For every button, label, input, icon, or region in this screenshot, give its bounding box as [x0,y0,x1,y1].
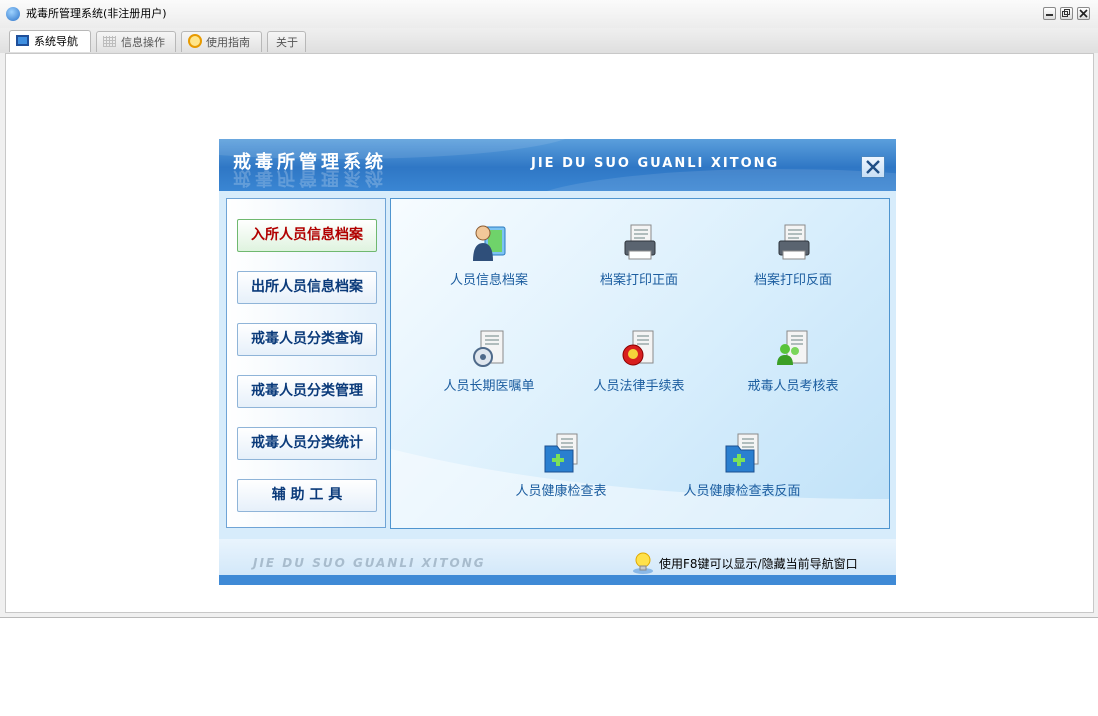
footer-hint: 使用F8键可以显示/隐藏当前导航窗口 [659,557,858,571]
health-folder-icon [725,433,759,473]
item-health-check[interactable]: 人员健康检查表 [486,432,636,502]
nav-button-category-management[interactable]: 戒毒人员分类管理 [237,375,377,408]
person-file-icon [473,225,506,261]
item-print-back[interactable]: 档案打印反面 [718,221,868,291]
footer-bar [219,575,896,585]
tab-label: 使用指南 [206,36,250,49]
tab-label: 关于 [276,36,298,49]
window-title: 戒毒所管理系统(非注册用户) [26,7,167,20]
panel-subtitle: JIE DU SUO GUANLI XITONG [531,156,780,171]
health-folder-icon [544,433,578,473]
item-health-check-back[interactable]: 人员健康检查表反面 [662,432,822,502]
printer-icon [624,224,656,260]
item-label: 人员信息档案 [449,273,528,288]
restore-icon [1062,9,1070,17]
item-person-records[interactable]: 人员信息档案 [414,221,564,291]
footer-watermark-text: JIE DU SUO GUANLI XITONG [253,556,486,570]
item-label: 戒毒人员考核表 [747,379,839,394]
nav-button-category-query[interactable]: 戒毒人员分类查询 [237,323,377,356]
nav-button-category-statistics[interactable]: 戒毒人员分类统计 [237,427,377,460]
restore-button[interactable] [1060,7,1073,20]
function-grid: 人员信息档案 档案打印正面 档案打印反面 人员长期医嘱单 人员法律手续表 戒毒人… [390,198,890,529]
users-doc-icon [777,330,808,365]
tab-label: 信息操作 [121,36,165,49]
close-icon [866,160,880,174]
printer-icon [778,224,810,260]
tab-user-guide[interactable]: 使用指南 [181,31,262,52]
tab-info-operation[interactable]: 信息操作 [96,31,176,52]
navigation-panel: 戒毒所管理系统 戒毒所管理系统 JIE DU SUO GUANLI XITONG… [219,139,896,585]
stethoscope-doc-icon [473,330,504,367]
lightbulb-icon [633,552,653,574]
emblem-doc-icon [622,330,654,366]
grid-icon [103,36,116,47]
item-label: 人员长期医嘱单 [443,379,535,394]
nav-button-released-records[interactable]: 出所人员信息档案 [237,271,377,304]
item-label: 档案打印正面 [599,273,678,288]
title-bar: 戒毒所管理系统(非注册用户) [0,0,1098,28]
minimize-button[interactable] [1043,7,1056,20]
tab-label: 系统导航 [34,35,78,48]
monitor-icon [16,35,29,46]
item-label: 档案打印反面 [753,273,832,288]
item-print-front[interactable]: 档案打印正面 [564,221,714,291]
tab-about[interactable]: 关于 [267,31,306,52]
nav-button-tools[interactable]: 辅 助 工 具 [237,479,377,512]
item-legal-procedures[interactable]: 人员法律手续表 [564,327,714,397]
app-logo-icon [6,7,20,21]
panel-banner: 戒毒所管理系统 戒毒所管理系统 JIE DU SUO GUANLI XITONG [219,139,896,191]
item-label: 人员健康检查表反面 [683,484,801,499]
close-window-button[interactable] [1077,7,1090,20]
close-icon [1079,9,1088,18]
nav-button-admitted-records[interactable]: 入所人员信息档案 [237,219,377,252]
item-label: 人员法律手续表 [593,379,685,394]
guide-icon [188,34,202,48]
panel-title-reflection: 戒毒所管理系统 [233,167,387,188]
item-label: 人员健康检查表 [515,484,607,499]
item-assessment-form[interactable]: 戒毒人员考核表 [718,327,868,397]
item-long-term-medical-order[interactable]: 人员长期医嘱单 [414,327,564,397]
minimize-icon [1046,14,1053,16]
tab-system-navigation[interactable]: 系统导航 [9,30,91,52]
nav-button-list: 入所人员信息档案 出所人员信息档案 戒毒人员分类查询 戒毒人员分类管理 戒毒人员… [226,198,386,528]
tab-strip: 系统导航 信息操作 使用指南 关于 [0,28,1098,53]
panel-close-button[interactable] [861,156,885,178]
